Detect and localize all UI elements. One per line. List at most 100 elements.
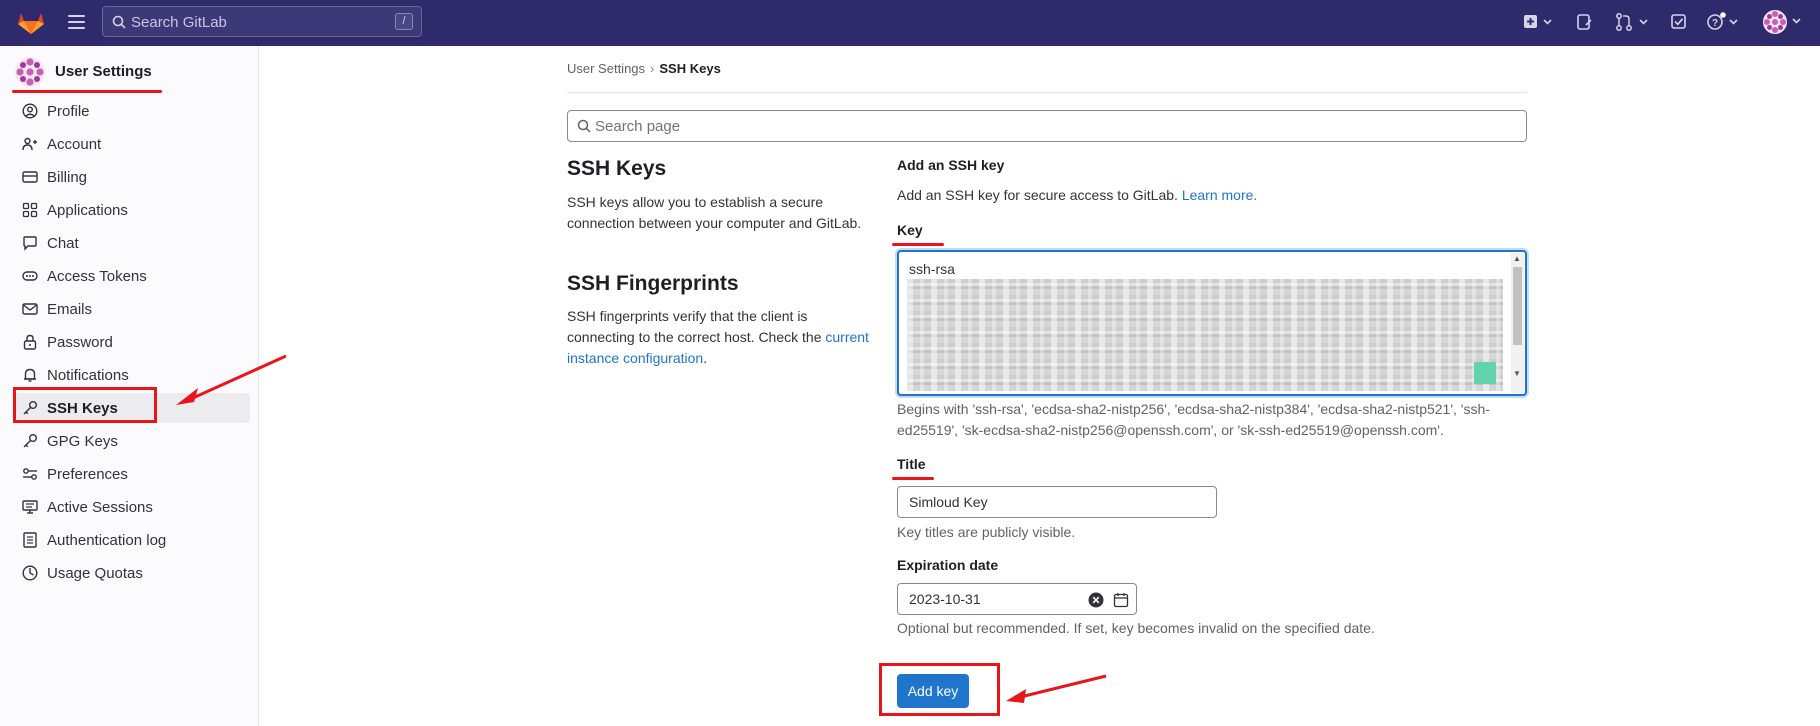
key-redacted-marker [1474,362,1496,384]
annotation-underline [12,90,162,93]
scroll-up-arrow-icon[interactable]: ▲ [1513,254,1521,263]
search-page-input[interactable]: Search page [567,110,1527,142]
sidebar-item-gpg-keys[interactable]: GPG Keys [14,426,250,456]
sidebar-item-billing[interactable]: Billing [14,162,250,192]
sidebar-item-preferences[interactable]: Preferences [14,459,250,489]
annotation-underline [892,477,934,480]
learn-more-link[interactable]: Learn more. [1182,187,1257,203]
scroll-down-arrow-icon[interactable]: ▼ [1513,369,1521,378]
title-value: Simloud Key [909,494,988,510]
hamburger-menu-icon[interactable] [68,15,85,29]
expiration-date-input[interactable]: 2023-10-31 [897,583,1137,615]
breadcrumb-separator: › [650,61,655,76]
search-icon [577,119,591,133]
search-page-placeholder: Search page [595,118,681,135]
search-input[interactable]: Search GitLab / [102,6,422,37]
sidebar-item-label: Account [47,136,102,153]
sidebar-item-label: Emails [47,301,93,318]
ssh-keys-heading: SSH Keys [567,157,667,180]
search-placeholder: Search GitLab [131,14,227,31]
sidebar-title: User Settings [55,63,152,80]
log-icon [23,532,37,548]
sidebar-item-profile[interactable]: Profile [14,96,250,126]
sidebar-item-account[interactable]: Account [14,129,250,159]
todo-icon[interactable] [1670,12,1688,32]
ssh-fingerprints-description: SSH fingerprints verify that the client … [567,306,877,369]
form-intro: Add an SSH key for secure access to GitL… [897,187,1257,203]
sidebar-item-applications[interactable]: Applications [14,195,250,225]
sidebar-item-label: Chat [47,235,79,252]
preferences-icon [23,468,37,480]
sidebar-item-usage-quotas[interactable]: Usage Quotas [14,558,250,588]
new-item-icon[interactable] [1522,12,1556,32]
scroll-thumb[interactable] [1513,267,1522,345]
key-label: Key [897,222,923,238]
applications-icon [22,202,38,218]
sidebar-item-label: Password [47,334,113,351]
quota-icon [22,565,38,581]
merge-requests-icon[interactable] [1614,12,1652,32]
fingerprints-text: SSH fingerprints verify that the client … [567,308,822,345]
sidebar-item-label: Notifications [47,367,129,384]
form-intro-text: Add an SSH key for secure access to GitL… [897,187,1178,203]
annotation-arrow [176,354,287,405]
profile-icon [22,103,38,119]
textarea-scrollbar[interactable]: ▲ ▼ [1511,253,1524,393]
gitlab-logo[interactable] [17,9,45,35]
key-redacted-content [907,279,1503,391]
top-bar: Search GitLab / ? [0,0,1820,46]
breadcrumb-parent[interactable]: User Settings [567,61,645,76]
key-textarea[interactable]: ssh-rsa ▲ ▼ [897,250,1527,396]
sidebar-item-label: GPG Keys [47,433,118,450]
sidebar-item-access-tokens[interactable]: Access Tokens [14,261,250,291]
expiration-value: 2023-10-31 [909,591,981,607]
ssh-keys-description: SSH keys allow you to establish a secure… [567,194,862,231]
sidebar-item-label: Active Sessions [47,499,153,516]
expiration-help-text: Optional but recommended. If set, key be… [897,620,1375,636]
chat-icon [23,236,37,251]
help-icon[interactable]: ? [1706,12,1744,32]
bell-icon [24,368,36,382]
sidebar-item-label: Usage Quotas [47,565,143,582]
title-label: Title [897,456,926,472]
user-avatar [15,57,45,87]
monitor-icon [22,500,38,514]
annotation-box [879,663,1000,716]
sidebar-item-authentication-log[interactable]: Authentication log [14,525,250,555]
annotation-underline [892,243,944,246]
form-title: Add an SSH key [897,157,1005,173]
sidebar-item-label: Applications [47,202,128,219]
search-icon [112,15,126,29]
sidebar-item-label: Profile [47,103,90,120]
sidebar-item-label: Authentication log [47,532,167,549]
sidebar-item-label: Access Tokens [47,268,147,285]
clear-icon[interactable] [1088,592,1104,608]
token-icon [22,271,38,281]
search-shortcut: / [395,13,413,30]
calendar-icon[interactable] [1113,592,1129,608]
expiration-label: Expiration date [897,557,999,573]
issues-icon[interactable] [1576,12,1594,32]
annotation-box [13,387,157,423]
sidebar-header[interactable]: User Settings [14,54,244,88]
breadcrumb: User Settings › SSH Keys [567,61,721,76]
billing-icon [22,171,38,183]
key-icon [23,434,37,448]
sidebar-item-active-sessions[interactable]: Active Sessions [14,492,250,522]
lock-icon [23,334,37,350]
sidebar-item-label: Preferences [47,466,128,483]
breadcrumb-current: SSH Keys [659,61,721,76]
sidebar-item-label: Billing [47,169,88,186]
ssh-fingerprints-heading: SSH Fingerprints [567,272,739,295]
title-help-text: Key titles are publicly visible. [897,524,1076,540]
annotation-arrow [1006,674,1107,703]
user-avatar[interactable] [1762,9,1806,35]
sidebar-item-chat[interactable]: Chat [14,228,250,258]
email-icon [22,303,38,315]
title-input[interactable]: Simloud Key [897,486,1217,518]
svg-text:?: ? [1712,18,1718,29]
key-value: ssh-rsa [909,261,955,277]
fingerprints-suffix: . [703,350,708,366]
sidebar-item-emails[interactable]: Emails [14,294,250,324]
key-help-text: Begins with 'ssh-rsa', 'ecdsa-sha2-nistp… [897,401,1490,438]
